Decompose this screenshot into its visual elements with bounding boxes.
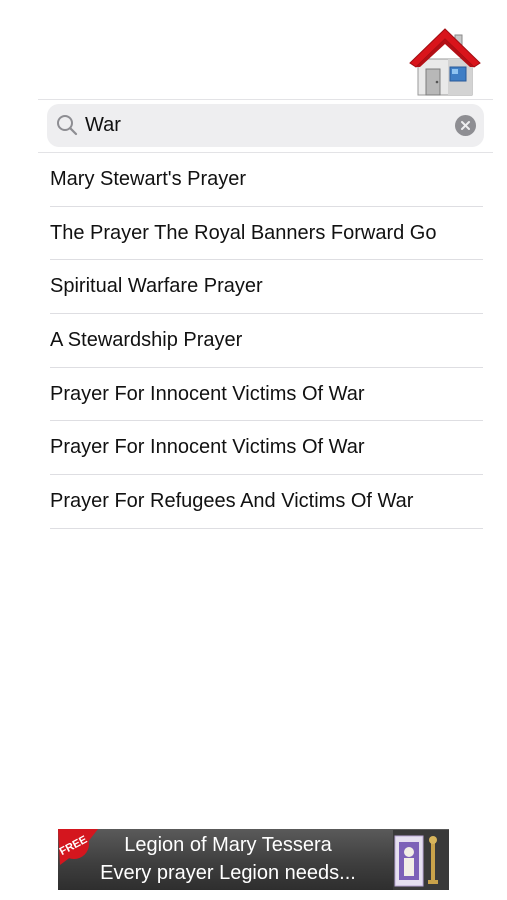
- list-item[interactable]: Prayer For Innocent Victims Of War: [50, 421, 483, 476]
- list-item[interactable]: Mary Stewart's Prayer: [50, 153, 483, 207]
- list-item[interactable]: Spiritual Warfare Prayer: [50, 260, 483, 315]
- list-item[interactable]: Prayer For Refugees And Victims Of War: [50, 475, 483, 529]
- list-item-title: Prayer For Innocent Victims Of War: [50, 382, 365, 405]
- list-item[interactable]: The Prayer The Royal Banners Forward Go: [50, 207, 483, 261]
- banner-title: Legion of Mary Tessera: [124, 834, 332, 856]
- list-item-title: Mary Stewart's Prayer: [50, 167, 247, 190]
- list-item-title: The Prayer The Royal Banners Forward Go: [50, 221, 437, 244]
- magnifier-icon: [57, 115, 78, 136]
- search-input[interactable]: [85, 109, 445, 142]
- search-bar[interactable]: [47, 104, 484, 147]
- clear-circle-x-icon[interactable]: [455, 115, 476, 136]
- screen: Mary Stewart's Prayer The Prayer The Roy…: [0, 0, 507, 900]
- list-item-title: A Stewardship Prayer: [50, 328, 243, 351]
- home-button[interactable]: [408, 25, 482, 97]
- ad-banner[interactable]: FREE Legion of Mary Tessera Every prayer…: [58, 829, 449, 890]
- banner-subtitle: Every prayer Legion needs...: [100, 862, 356, 884]
- search-top-divider: [38, 99, 493, 100]
- results-list: Mary Stewart's Prayer The Prayer The Roy…: [50, 153, 483, 529]
- list-item[interactable]: Prayer For Innocent Victims Of War: [50, 368, 483, 422]
- tessera-image-icon: [393, 830, 449, 890]
- header: [0, 0, 507, 100]
- home-house-icon: [409, 28, 481, 96]
- list-item-title: Prayer For Refugees And Victims Of War: [50, 489, 414, 512]
- list-item-title: Prayer For Innocent Victims Of War: [50, 436, 365, 459]
- list-item[interactable]: A Stewardship Prayer: [50, 314, 483, 368]
- list-item-title: Spiritual Warfare Prayer: [50, 275, 263, 298]
